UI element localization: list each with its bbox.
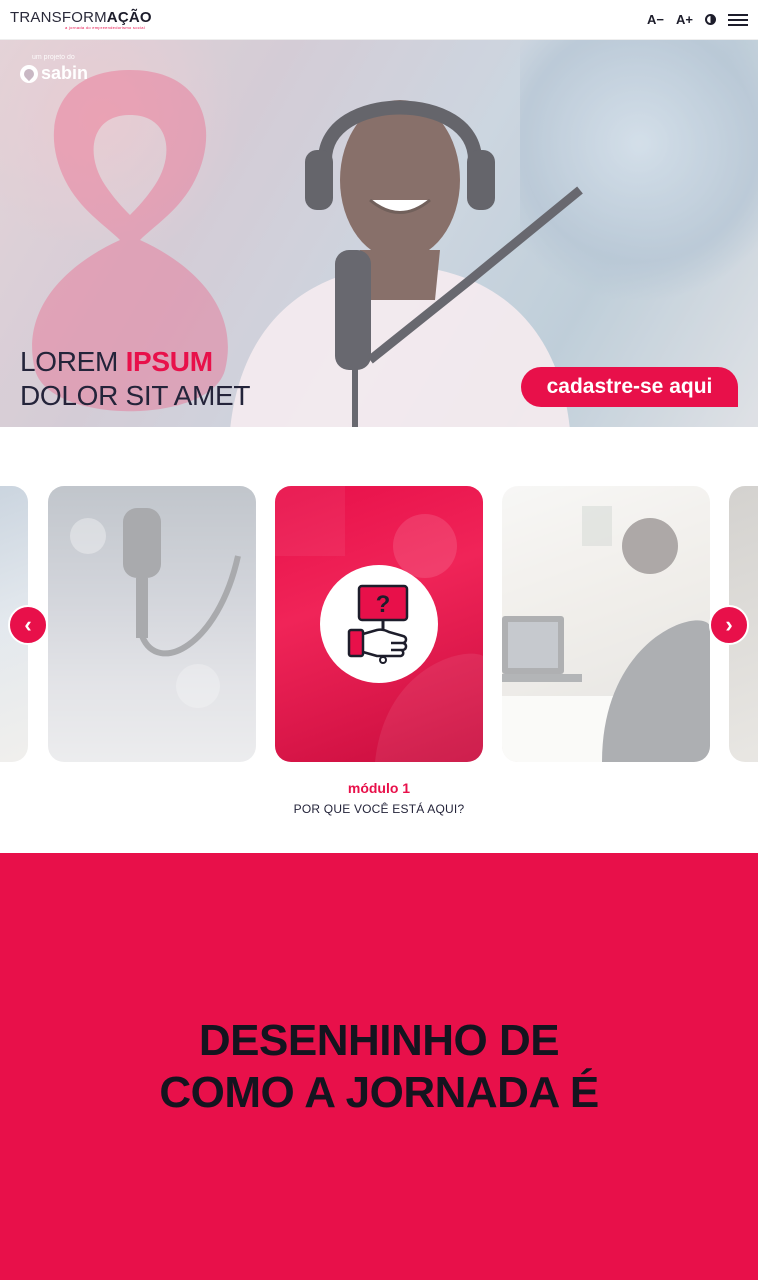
svg-text:?: ?: [376, 591, 391, 618]
sabin-logo-icon: [20, 64, 38, 83]
module-title: POR QUE VOCÊ ESTÁ AQUI?: [293, 802, 465, 816]
partner-brand: sabin: [20, 63, 88, 84]
hero-title: LOREM IPSUM DOLOR SIT AMET: [20, 345, 251, 413]
site-logo[interactable]: TRANSFORMAÇÃO a jornada do empreendedori…: [10, 10, 152, 30]
journey-section: DESENHINHO DE COMO A JORNADA É: [0, 853, 758, 1280]
font-increase-button[interactable]: A+: [676, 12, 693, 27]
hero-banner: um projeto do sabin LOREM IPSUM DOLOR SI…: [0, 40, 758, 427]
font-decrease-button[interactable]: A−: [647, 12, 664, 27]
question-sign-hand-icon: ?: [347, 584, 409, 664]
chevron-right-icon[interactable]: ›: [709, 605, 749, 645]
journey-title-line1: DESENHINHO DE: [198, 1016, 560, 1065]
microphone-photo: [70, 508, 241, 708]
logo-bold-text: AÇÃO: [106, 8, 152, 26]
carousel-card-laptop[interactable]: [502, 486, 710, 762]
partner-caption: um projeto do: [32, 54, 75, 61]
chevron-left-icon[interactable]: ‹: [8, 605, 48, 645]
carousel-card-module-1[interactable]: ?: [275, 486, 483, 762]
modules-carousel: ? ‹ › módulo 1 POR QUE VOCÊ ESTÁ AQUI?: [0, 427, 758, 853]
partner-name: sabin: [41, 63, 89, 83]
partner-logo: um projeto do sabin: [20, 54, 88, 84]
logo-light-text: TRANSFORM: [10, 8, 107, 26]
logo-wordmark: TRANSFORMAÇÃO: [10, 10, 152, 25]
signup-button[interactable]: cadastre-se aqui: [521, 367, 738, 407]
logo-tagline: a jornada do empreendedorismo social: [65, 24, 145, 30]
carousel-card-microphone[interactable]: [48, 486, 256, 762]
site-header: TRANSFORMAÇÃO a jornada do empreendedori…: [0, 0, 758, 40]
laptop-desk-photo: [502, 506, 710, 762]
hero-title-accent: IPSUM: [125, 346, 213, 377]
hero-title-line2: DOLOR SIT AMET: [20, 380, 251, 411]
hamburger-menu-icon[interactable]: [728, 13, 748, 26]
module-number-label: módulo 1: [347, 780, 411, 796]
hero-title-line1: LOREM IPSUM: [20, 345, 250, 379]
hero-title-light: LOREM: [20, 346, 126, 377]
journey-title-line2: COMO A JORNADA É: [159, 1068, 599, 1117]
contrast-icon[interactable]: [705, 14, 716, 25]
journey-title: DESENHINHO DE COMO A JORNADA É: [0, 1015, 758, 1119]
accessibility-toolbar: A− A+: [647, 12, 748, 27]
module-icon-circle: ?: [320, 565, 438, 683]
